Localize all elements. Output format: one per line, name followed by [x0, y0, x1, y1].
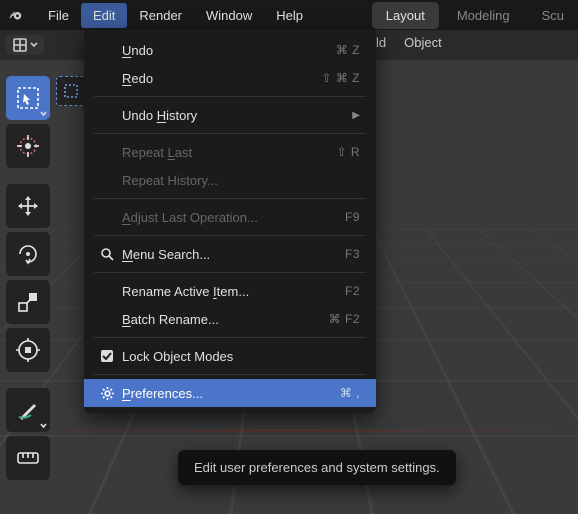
menu-repeat-last[interactable]: Repeat Last ⇧ R	[84, 138, 376, 166]
menu-batch-rename[interactable]: Batch Rename... ⌘ F2	[84, 305, 376, 333]
tool-scale[interactable]	[6, 280, 50, 324]
menu-render[interactable]: Render	[127, 3, 194, 28]
tool-cursor[interactable]	[6, 124, 50, 168]
menu-rename-active[interactable]: Rename Active Item... F2	[84, 277, 376, 305]
axis-x-line	[0, 430, 578, 431]
menu-preferences[interactable]: Preferences... ⌘ ,	[84, 379, 376, 407]
menu-separator	[94, 374, 366, 375]
menu-separator	[94, 198, 366, 199]
menu-file[interactable]: File	[36, 3, 81, 28]
submenu-arrow-icon: ▶	[352, 110, 360, 121]
checkbox-checked-icon	[96, 349, 118, 363]
header-mode-menus: ld Object	[376, 35, 442, 50]
menu-search[interactable]: Menu Search... F3	[84, 240, 376, 268]
tool-select-box[interactable]	[6, 76, 50, 120]
main-menubar: File Edit Render Window Help Layout Mode…	[0, 0, 578, 30]
tooltip: Edit user preferences and system setting…	[178, 450, 456, 485]
tool-annotate[interactable]	[6, 388, 50, 432]
menu-help[interactable]: Help	[264, 3, 315, 28]
tool-shelf	[6, 76, 50, 480]
menu-undo[interactable]: Undo ⌘ Z	[84, 36, 376, 64]
chevron-down-icon	[40, 422, 47, 429]
menu-separator	[94, 235, 366, 236]
gear-icon	[96, 386, 118, 401]
menu-separator	[94, 337, 366, 338]
header-text-object[interactable]: Object	[404, 35, 442, 50]
app-logo-icon	[6, 5, 26, 25]
search-icon	[96, 247, 118, 261]
chevron-down-icon	[40, 110, 47, 117]
menu-separator	[94, 133, 366, 134]
menu-undo-history[interactable]: Undo History ▶	[84, 101, 376, 129]
tool-measure[interactable]	[6, 436, 50, 480]
menu-separator	[94, 272, 366, 273]
menu-adjust-last-op[interactable]: Adjust Last Operation... F9	[84, 203, 376, 231]
menu-window[interactable]: Window	[194, 3, 264, 28]
menu-redo[interactable]: Redo ⇧ ⌘ Z	[84, 64, 376, 92]
edit-menu-dropdown: Undo ⌘ Z Redo ⇧ ⌘ Z Undo History ▶ Repea…	[84, 30, 376, 413]
header-text-ld[interactable]: ld	[376, 35, 386, 50]
workspace-tab-layout[interactable]: Layout	[372, 2, 439, 29]
menu-edit[interactable]: Edit	[81, 3, 127, 28]
chevron-down-icon	[30, 41, 38, 49]
workspace-tab-sculpting[interactable]: Scu	[528, 2, 578, 29]
snap-dropdown[interactable]	[6, 35, 44, 55]
tool-transform[interactable]	[6, 328, 50, 372]
menu-lock-object-modes[interactable]: Lock Object Modes	[84, 342, 376, 370]
menu-repeat-history[interactable]: Repeat History...	[84, 166, 376, 194]
menu-separator	[94, 96, 366, 97]
workspace-tab-modeling[interactable]: Modeling	[443, 2, 524, 29]
tool-move[interactable]	[6, 184, 50, 228]
tool-rotate[interactable]	[6, 232, 50, 276]
